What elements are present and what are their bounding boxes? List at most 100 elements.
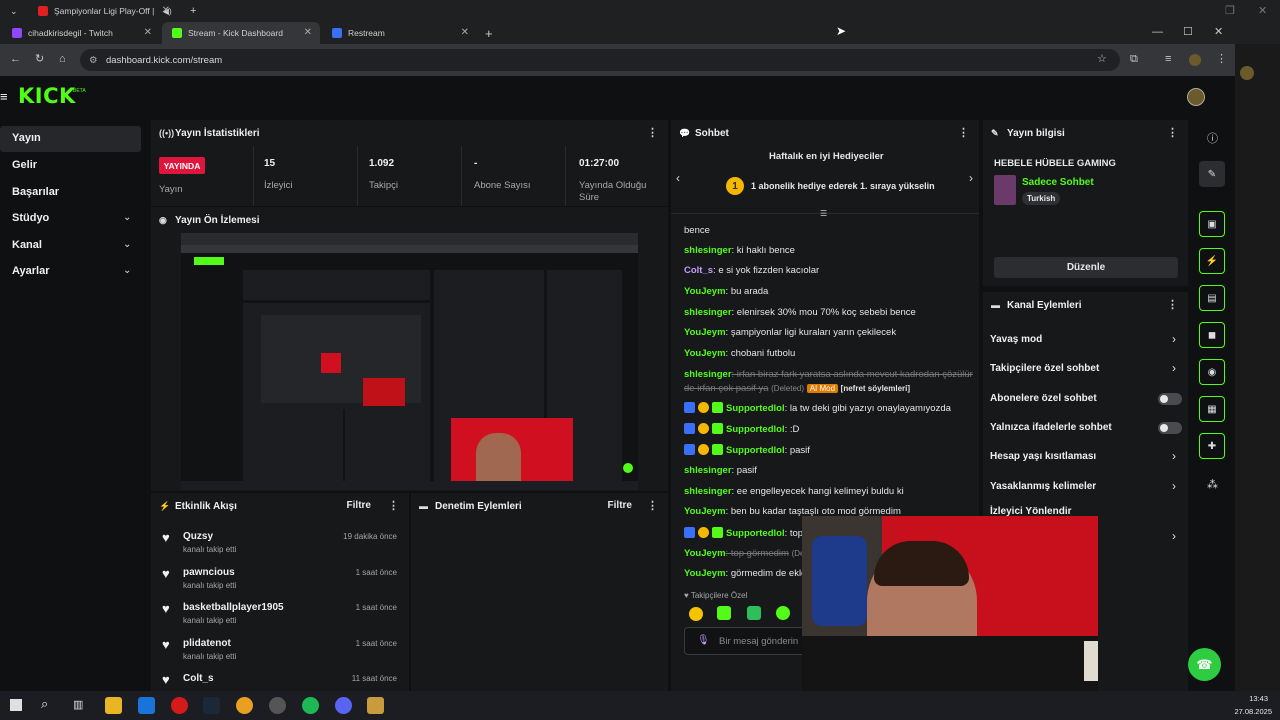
tab-twitch[interactable]: cihadkirisdegil - Twitch ✕ (2, 22, 160, 44)
close-tab-icon[interactable]: ✕ (304, 27, 312, 38)
close-window-icon[interactable]: ✕ (1258, 6, 1267, 17)
reload-icon[interactable]: ↻ (35, 54, 44, 65)
chat-username[interactable]: shlesinger (684, 245, 732, 256)
chevron-right-icon[interactable]: › (969, 171, 973, 185)
close-tab-icon[interactable]: ✕ (461, 27, 469, 38)
chat-username[interactable]: shlesinger (684, 369, 732, 380)
kebab-icon[interactable]: ⋮ (958, 126, 969, 139)
chat-username[interactable]: YouJeym (684, 568, 726, 579)
windows-start-icon[interactable] (10, 699, 22, 711)
chrome-icon[interactable] (236, 697, 253, 714)
chevron-right-icon[interactable]: › (1172, 332, 1176, 346)
menu-kebab-icon[interactable]: ⋮ (1216, 54, 1227, 65)
edit-button[interactable]: Düzenle (994, 257, 1178, 278)
tab-kick-dashboard[interactable]: Stream - Kick Dashboard ✕ (162, 22, 320, 44)
activity-filter-button[interactable]: Filtre (347, 500, 371, 511)
activity-user[interactable]: Quzsy (183, 531, 213, 542)
hamburger-icon[interactable]: ≡ (0, 89, 8, 104)
new-tab-icon[interactable]: + (485, 27, 493, 40)
clip-icon[interactable]: ▣ (1199, 211, 1225, 237)
extensions-icon[interactable]: ⧉ (1130, 54, 1138, 65)
collapse-icon[interactable]: ☰ (820, 209, 827, 218)
emote-icon[interactable] (747, 606, 761, 620)
kick-logo[interactable]: KICK (18, 84, 76, 108)
lightning-icon[interactable]: ⚡ (1199, 248, 1225, 274)
task-view-icon[interactable]: ▥ (73, 698, 83, 711)
back-icon[interactable]: ← (10, 54, 21, 65)
layout-icon[interactable]: ▦ (1199, 396, 1225, 422)
kebab-icon[interactable]: ⋮ (647, 499, 658, 512)
close-tab-icon[interactable]: ✕ (144, 27, 152, 38)
banned-words-row[interactable]: Yasaklanmış kelimeler (990, 481, 1096, 492)
profile-avatar[interactable] (1240, 66, 1254, 80)
chevron-down-icon[interactable]: ⌄ (123, 239, 131, 250)
info-icon[interactable]: ⓘ (1207, 130, 1218, 146)
chat-icon[interactable]: ◼ (1199, 322, 1225, 348)
sidebar-item-gelir[interactable]: Gelir (12, 159, 37, 171)
share-icon[interactable]: ⁂ (1207, 478, 1218, 491)
emote-icon[interactable] (776, 606, 790, 620)
chevron-right-icon[interactable]: › (1172, 361, 1176, 375)
close-tab-icon[interactable]: ✕ (162, 5, 170, 16)
user-avatar[interactable] (1187, 88, 1205, 106)
restore-icon[interactable]: ❐ (1225, 6, 1235, 17)
new-tab-icon[interactable]: + (190, 6, 196, 17)
account-age-row[interactable]: Hesap yaşı kısıtlaması (990, 451, 1096, 462)
outlook-icon[interactable] (138, 697, 155, 714)
chat-username[interactable]: shlesinger (684, 307, 732, 318)
chat-username[interactable]: shlesinger (684, 465, 732, 476)
category-link[interactable]: Sadece Sohbet (1022, 177, 1094, 188)
sidebar-item-kanal[interactable]: Kanal (12, 239, 42, 251)
search-icon[interactable]: ⌕ (41, 696, 48, 712)
profile-avatar[interactable] (1189, 54, 1201, 66)
subscribers-only-toggle[interactable] (1158, 393, 1182, 405)
emote-only-toggle[interactable] (1158, 422, 1182, 434)
microphone-icon[interactable]: 🎙 (697, 635, 710, 646)
stream-preview[interactable] (181, 233, 638, 490)
kebab-icon[interactable]: ⋮ (1167, 298, 1178, 311)
chat-username[interactable]: YouJeym (684, 506, 726, 517)
close-window-icon[interactable]: ✕ (1214, 27, 1223, 38)
discord-icon[interactable] (335, 697, 352, 714)
spotify-icon[interactable] (302, 697, 319, 714)
url-input[interactable]: ⚙ dashboard.kick.com/stream (80, 49, 1120, 71)
chat-username[interactable]: shlesinger (684, 486, 732, 497)
support-chat-button[interactable]: ☎ (1188, 648, 1221, 681)
emote-icon[interactable] (717, 606, 731, 620)
media-icon[interactable]: ≡ (1165, 54, 1171, 65)
home-icon[interactable]: ⌂ (59, 54, 66, 65)
sidebar-item-ayarlar[interactable]: Ayarlar (12, 265, 50, 277)
edit-pencil-icon[interactable]: ✎ (1199, 161, 1225, 187)
tab-restream[interactable]: Restream ✕ (322, 22, 477, 44)
chat-username[interactable]: Supportedlol (726, 403, 785, 414)
steam-icon[interactable] (203, 697, 220, 714)
chevron-right-icon[interactable]: › (1172, 449, 1176, 463)
chat-username[interactable]: Supportedlol (726, 445, 785, 456)
chat-username[interactable]: Supportedlol (726, 528, 785, 539)
chevron-right-icon[interactable]: › (1172, 529, 1176, 543)
emote-icon[interactable] (689, 607, 703, 621)
activity-user[interactable]: pawncious (183, 567, 235, 578)
obs-icon[interactable] (269, 697, 286, 714)
bookmark-star-icon[interactable]: ☆ (1097, 54, 1107, 65)
tab-list-button[interactable]: ⌄ (0, 0, 30, 22)
minimize-icon[interactable]: — (1152, 27, 1163, 38)
kebab-icon[interactable]: ⋮ (647, 126, 658, 139)
chevron-down-icon[interactable]: ⌄ (123, 265, 131, 276)
site-info-icon[interactable]: ⚙ (89, 55, 98, 66)
opera-icon[interactable] (171, 697, 188, 714)
slow-mode-row[interactable]: Yavaş mod (990, 334, 1042, 345)
activity-user[interactable]: plidatenot (183, 638, 231, 649)
tab-sampiyonlar[interactable]: Şampiyonlar Ligi Play-Off | ◀) ✕ (28, 0, 178, 22)
maximize-icon[interactable]: ☐ (1183, 27, 1193, 38)
activity-user[interactable]: Colt_s (183, 673, 214, 684)
wrench-icon[interactable]: ✚ (1199, 433, 1225, 459)
kebab-icon[interactable]: ⋮ (1167, 126, 1178, 139)
kebab-icon[interactable]: ⋮ (388, 499, 399, 512)
chevron-right-icon[interactable]: › (1172, 479, 1176, 493)
broadcast-icon[interactable]: ◉ (1199, 359, 1225, 385)
sidebar-item-basarilar[interactable]: Başarılar (12, 186, 59, 198)
chat-username[interactable]: Colt_s (684, 265, 713, 276)
chat-username[interactable]: YouJeym (684, 548, 726, 559)
activity-user[interactable]: basketballplayer1905 (183, 602, 284, 613)
